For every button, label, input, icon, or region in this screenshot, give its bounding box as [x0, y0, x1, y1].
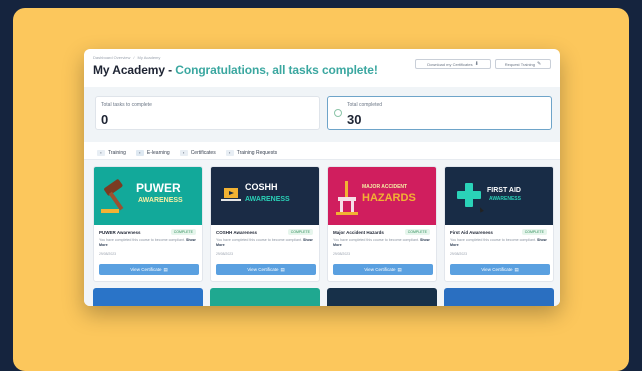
course-description: You have completed this course to become…: [216, 238, 316, 248]
certificate-icon: ▪: [179, 150, 188, 156]
oil-rig-icon: [336, 181, 358, 215]
course-grid: PUWER AWARENESS PUWER Awareness COMPLETE…: [84, 160, 560, 306]
view-certificate-button[interactable]: View Certificate ▤: [99, 264, 199, 275]
course-description: You have completed this course to become…: [99, 238, 199, 248]
e-learning-icon: ▪: [135, 150, 144, 156]
medical-cross-icon: [457, 183, 481, 207]
course-name: COSHH Awareness: [216, 230, 258, 235]
thumb-title: FIRST AID: [487, 187, 521, 194]
tab-training[interactable]: ▪ Training: [97, 148, 126, 158]
course-thumbnail: MAJOR ACCIDENT HAZARDS: [328, 167, 436, 225]
tab-e-learning-label: E-learning: [146, 150, 170, 156]
document-icon: ▤: [163, 266, 168, 272]
view-certificate-button[interactable]: View Certificate ▤: [216, 264, 316, 275]
app-window: Dashboard Overview / My Academy My Academy…: [84, 49, 560, 306]
breadcrumb-current: My Academy: [137, 55, 161, 60]
course-card-coshh[interactable]: COSHH AWARENESS COSHH Awareness COMPLETE…: [210, 166, 320, 282]
view-certificate-label: View Certificate: [130, 267, 162, 272]
course-date: 29/08/2023: [216, 252, 233, 256]
course-date: 29/08/2023: [450, 252, 467, 256]
training-icon: ▪: [97, 150, 105, 156]
request-training-label: Request Training: [504, 61, 536, 67]
course-name: First Aid Awareness: [450, 230, 493, 235]
thumb-title: COSHH: [245, 182, 278, 192]
stat-value: 30: [347, 112, 362, 127]
stat-label: Total completed: [347, 102, 383, 108]
page-title-prefix: My Academy -: [93, 63, 176, 77]
course-card-first-aid[interactable]: FIRST AID AWARENESS First Aid Awareness …: [444, 166, 554, 282]
laptop-icon: [221, 188, 241, 201]
course-card-partial[interactable]: [444, 288, 554, 306]
thumb-subtitle: AWARENESS: [489, 196, 521, 202]
stat-label: Total tasks to complete: [101, 102, 152, 108]
status-badge: COMPLETE: [521, 229, 547, 235]
course-thumbnail: FIRST AID AWARENESS: [445, 167, 553, 225]
thumb-title: PUWER: [136, 181, 181, 195]
tab-certificates[interactable]: ▪ Certificates: [179, 148, 216, 158]
page-title-highlight: Congratulations, all tasks complete!: [175, 63, 378, 77]
status-badge: COMPLETE: [170, 229, 196, 235]
tab-training-label: Training: [108, 150, 126, 156]
view-certificate-label: View Certificate: [247, 267, 279, 272]
request-training-button[interactable]: Request Training ✎: [495, 59, 551, 69]
course-description: You have completed this course to become…: [450, 238, 550, 248]
tab-training-requests[interactable]: ▪ Training Requests: [225, 148, 278, 158]
course-description-text: You have completed this course to become…: [333, 238, 419, 242]
course-name: PUWER Awareness: [99, 230, 141, 235]
page-title: My Academy - Congratulations, all tasks …: [93, 63, 378, 77]
status-badge: COMPLETE: [404, 229, 430, 235]
thumb-subtitle: HAZARDS: [362, 192, 416, 204]
tab-training-requests-label: Training Requests: [236, 150, 278, 156]
course-description-text: You have completed this course to become…: [450, 238, 536, 242]
status-badge: COMPLETE: [287, 229, 313, 235]
stat-total-completed: Total completed 30: [327, 96, 552, 130]
edit-icon: ✎: [537, 61, 542, 67]
course-card-partial[interactable]: [93, 288, 203, 306]
tab-certificates-label: Certificates: [190, 150, 216, 156]
view-certificate-button[interactable]: View Certificate ▤: [450, 264, 550, 275]
thumb-title: MAJOR ACCIDENT: [362, 184, 408, 190]
course-date: 29/08/2023: [333, 252, 350, 256]
view-certificate-label: View Certificate: [364, 267, 396, 272]
view-certificate-button[interactable]: View Certificate ▤: [333, 264, 433, 275]
thumb-subtitle: AWARENESS: [245, 196, 290, 203]
download-icon: ⬇: [474, 61, 479, 67]
breadcrumb-dashboard[interactable]: Dashboard Overview: [93, 55, 130, 60]
document-icon: ▤: [514, 266, 519, 272]
course-description: You have completed this course to become…: [333, 238, 433, 248]
course-thumbnail: PUWER AWARENESS: [94, 167, 202, 225]
course-card-partial[interactable]: [210, 288, 320, 306]
course-description-text: You have completed this course to become…: [216, 238, 302, 242]
stat-tasks-to-complete: Total tasks to complete 0: [95, 96, 320, 130]
course-card-major-accident-hazards[interactable]: MAJOR ACCIDENT HAZARDS Major Accident Ha…: [327, 166, 437, 282]
tab-e-learning[interactable]: ▪ E-learning: [135, 148, 170, 158]
gavel-icon: [101, 179, 124, 213]
breadcrumb: Dashboard Overview / My Academy: [93, 55, 163, 60]
breadcrumb-separator: /: [133, 55, 135, 60]
view-certificate-label: View Certificate: [481, 267, 513, 272]
download-certificates-button[interactable]: Download my Certificates ⬇: [415, 59, 491, 69]
stat-value: 0: [101, 112, 109, 127]
document-icon: ▤: [397, 266, 402, 272]
check-circle-icon: [334, 109, 342, 117]
tab-bar: ▪ Training ▪ E-learning ▪ Certificates ▪ Tra…: [97, 148, 277, 158]
course-card-partial[interactable]: [327, 288, 437, 306]
course-card-puwer[interactable]: PUWER AWARENESS PUWER Awareness COMPLETE…: [93, 166, 203, 282]
thumb-subtitle: AWARENESS: [138, 197, 183, 204]
course-thumbnail: COSHH AWARENESS: [211, 167, 319, 225]
course-date: 29/08/2023: [99, 252, 116, 256]
course-name: Major Accident Hazards: [333, 230, 384, 235]
request-icon: ▪: [225, 150, 234, 156]
download-certificates-label: Download my Certificates: [427, 61, 473, 67]
course-description-text: You have completed this course to become…: [99, 238, 185, 242]
document-icon: ▤: [280, 266, 285, 272]
stats-bar: Total tasks to complete 0 Total complete…: [84, 87, 560, 142]
